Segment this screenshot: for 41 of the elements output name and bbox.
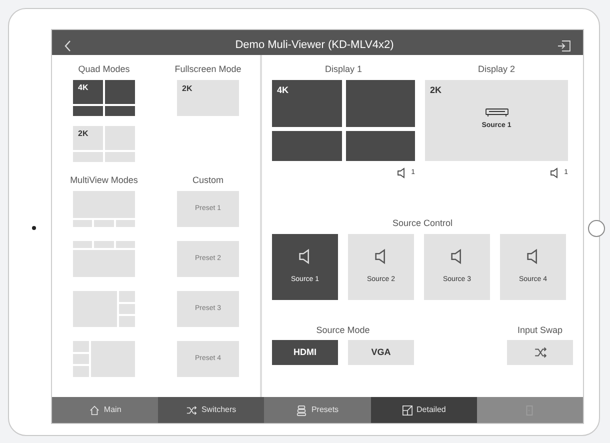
layout-icon [402,404,413,416]
resolution-label: 2K [429,84,443,97]
shuffle-icon [534,346,546,359]
screen-tile [346,131,415,161]
multiview-layout-button[interactable] [73,191,135,227]
quad-mode-button[interactable]: 4K [73,80,135,116]
section-title: Source Control [392,219,453,228]
window-title: Demo Muli-Viewer (KD-MLV4x2) [234,38,395,54]
stack-icon [296,404,308,416]
quad-mode-button[interactable]: 2K [73,126,135,162]
resolution-label: 2K [77,128,90,140]
exit-icon[interactable] [557,40,571,52]
section-title: Source Mode [316,326,370,335]
home-icon [88,404,100,416]
input-swap-button[interactable] [507,340,573,365]
multiview-layout-button[interactable] [73,341,135,377]
resolution-label: 4K [77,82,90,94]
resolution-label: 4K [276,84,290,97]
source-mode-button[interactable]: HDMI [272,340,338,365]
tab[interactable]: Main [52,397,158,423]
display-title: Display 2 [478,65,515,74]
home-button[interactable] [588,220,605,237]
section-title: Quad Modes [78,65,130,74]
screen-tile [346,80,415,128]
back-icon[interactable] [64,40,72,52]
section-title: MultiView Modes [70,176,138,185]
tab[interactable]: Switchers [158,397,264,423]
display-preview[interactable]: 4K [272,80,415,161]
tab[interactable]: Presets [264,397,371,423]
tab[interactable]: Detailed [370,397,477,423]
fullscreen-mode-button[interactable]: 2K [177,80,239,116]
section-title: Fullscreen Mode [174,65,242,74]
multiview-layout-button[interactable] [73,241,135,277]
display-title: Display 1 [324,65,362,74]
section-title: Input Swap [517,326,563,335]
section-title: Custom [192,176,224,185]
multiview-layout-button[interactable] [73,291,135,327]
device-icon [484,108,508,116]
source-mode-button[interactable]: VGA [348,340,414,365]
screen-tile [272,131,342,161]
shuffle-icon [186,404,198,416]
